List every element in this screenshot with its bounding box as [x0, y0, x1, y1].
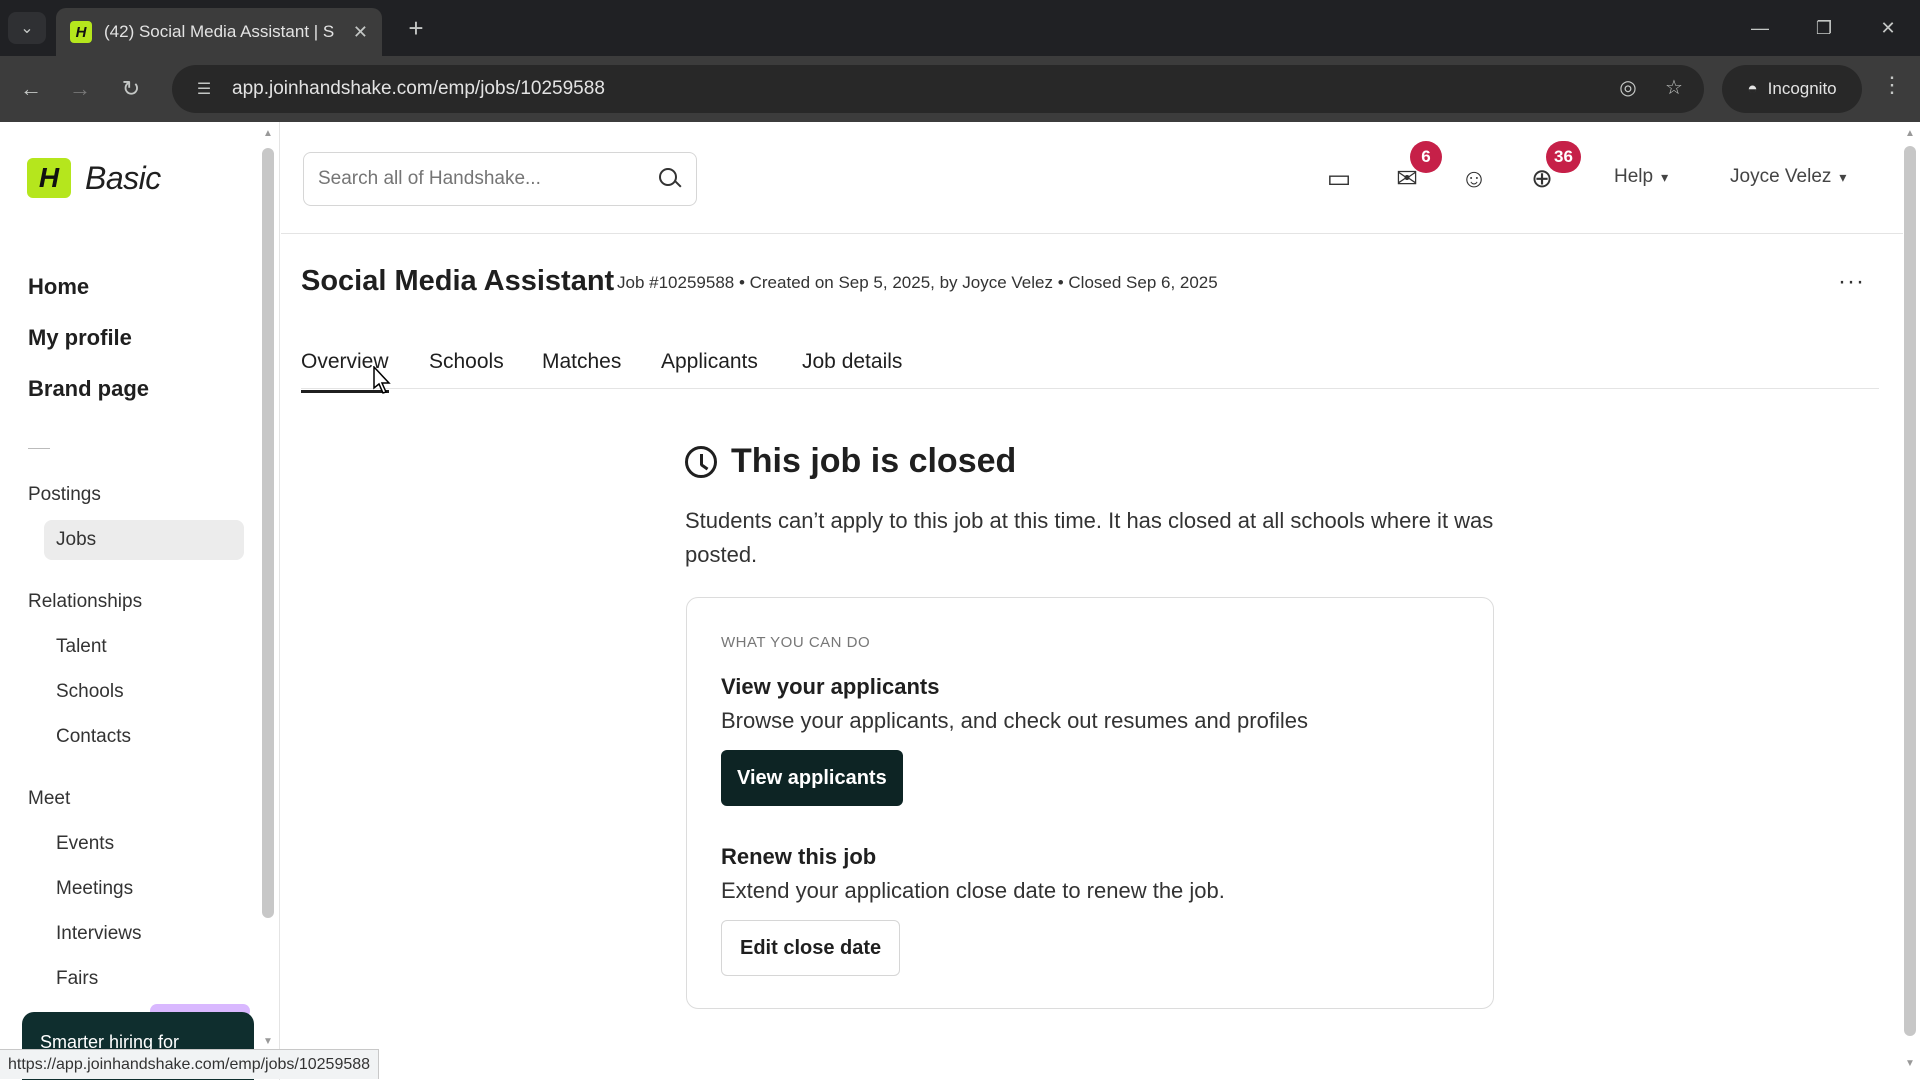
tab-job-details[interactable]: Job details [802, 350, 902, 390]
user-name: Joyce Velez [1730, 166, 1832, 187]
sidebar-divider [28, 448, 50, 449]
more-options-icon[interactable]: ··· [1838, 268, 1865, 296]
sidebar-section-meet: Meet [28, 788, 71, 809]
status-url-tooltip: https://app.joinhandshake.com/emp/jobs/1… [0, 1049, 380, 1079]
sidebar-section-relationships: Relationships [28, 591, 143, 612]
window-close-icon[interactable]: ✕ [1868, 10, 1908, 46]
minimize-icon[interactable]: — [1740, 10, 1780, 46]
handshake-favicon-icon: H [70, 21, 92, 43]
card-label: WHAT YOU CAN DO [721, 634, 871, 651]
sidebar: H Basic Home My profile Brand page Posti… [0, 122, 280, 1080]
main-scrollbar[interactable] [1904, 146, 1916, 1036]
main-scroll-down-icon[interactable]: ▼ [1904, 1058, 1916, 1069]
sidebar-item-fairs[interactable]: Fairs [56, 968, 98, 990]
notifications-badge: 36 [1546, 141, 1581, 173]
back-arrow-icon[interactable]: ← [14, 72, 48, 106]
new-tab-icon[interactable]: + [400, 12, 432, 44]
tab-schools[interactable]: Schools [429, 350, 504, 390]
browser-tab-active[interactable]: H (42) Social Media Assistant | Sm ✕ [56, 8, 382, 56]
calendar-icon[interactable]: ▭ [1323, 162, 1355, 194]
tab-matches[interactable]: Matches [542, 350, 621, 390]
closed-notice-heading: This job is closed [685, 442, 1016, 481]
view-applicants-button[interactable]: View applicants [721, 750, 903, 806]
browser-tab-bar: ⌄ H (42) Social Media Assistant | Sm ✕ +… [0, 0, 1920, 56]
help-menu[interactable]: Help ▾ [1614, 166, 1668, 188]
renew-job-heading: Renew this job [721, 844, 877, 869]
closed-description: Students can’t apply to this job at this… [685, 508, 1494, 567]
eye-slash-icon[interactable]: ◎ [1614, 75, 1642, 100]
browser-menu-icon[interactable]: ⋮ [1876, 72, 1908, 98]
browser-toolbar: ← → ↻ ☰ app.joinhandshake.com/emp/jobs/1… [0, 56, 1920, 122]
sidebar-item-talent[interactable]: Talent [56, 636, 107, 658]
handshake-logo[interactable]: H Basic [27, 158, 161, 198]
main-scroll-up-icon[interactable]: ▲ [1904, 128, 1916, 139]
incognito-indicator[interactable]: ◓ Incognito [1722, 65, 1862, 113]
forward-arrow-icon[interactable]: → [63, 72, 97, 106]
tab-applicants[interactable]: Applicants [661, 350, 758, 390]
search-input[interactable] [318, 168, 638, 190]
incognito-icon: ◓ [1747, 79, 1758, 98]
address-url[interactable]: app.joinhandshake.com/emp/jobs/10259588 [232, 78, 605, 100]
tab-close-icon[interactable]: ✕ [353, 22, 368, 43]
sidebar-item-my-profile[interactable]: My profile [28, 325, 132, 351]
plan-label: Basic [85, 159, 161, 196]
page-header: ▭ ✉ 6 ☺ ⊕ 36 Help ▾ Joyce Velez ▾ [281, 122, 1903, 234]
sidebar-item-brand-page[interactable]: Brand page [28, 376, 149, 402]
tab-title: (42) Social Media Assistant | Sm [104, 22, 334, 41]
reload-icon[interactable]: ↻ [114, 72, 148, 106]
search-icon[interactable] [658, 167, 682, 191]
bookmark-star-icon[interactable]: ☆ [1660, 75, 1688, 100]
tab-search-dropdown-icon[interactable]: ⌄ [8, 12, 46, 44]
user-icon[interactable]: ☺ [1458, 162, 1490, 194]
edit-close-date-button[interactable]: Edit close date [721, 920, 901, 976]
sidebar-item-home[interactable]: Home [28, 274, 89, 300]
sidebar-scroll-up-icon[interactable]: ▲ [262, 128, 274, 139]
address-bar[interactable]: ☰ app.joinhandshake.com/emp/jobs/1025958… [172, 65, 1704, 113]
sidebar-item-contacts[interactable]: Contacts [56, 726, 131, 748]
site-info-icon[interactable]: ☰ [184, 79, 224, 99]
clock-icon [685, 445, 717, 478]
sidebar-item-jobs[interactable]: Jobs [56, 529, 96, 551]
mouse-cursor-icon [373, 366, 391, 394]
sidebar-item-interviews[interactable]: Interviews [56, 923, 142, 945]
sidebar-section-postings: Postings [28, 484, 101, 505]
page-title: Social Media Assistant [301, 265, 615, 297]
handshake-logo-icon: H [27, 158, 71, 198]
incognito-label: Incognito [1767, 79, 1837, 98]
chevron-down-icon: ▾ [1661, 168, 1669, 185]
renew-job-text: Extend your application close date to re… [721, 878, 1225, 903]
view-applicants-heading: View your applicants [721, 674, 940, 699]
user-menu[interactable]: Joyce Velez ▾ [1730, 166, 1846, 188]
job-meta: Job #10259588 • Created on Sep 5, 2025, … [617, 273, 1218, 292]
sidebar-item-events[interactable]: Events [56, 833, 114, 855]
job-tabs: Overview Schools Matches Applicants Job … [301, 340, 1879, 393]
actions-card: WHAT YOU CAN DO View your applicants Bro… [686, 597, 1494, 1009]
sidebar-scrollbar[interactable] [262, 148, 274, 918]
chevron-down-icon: ▾ [1839, 168, 1847, 185]
closed-title: This job is closed [731, 442, 1017, 480]
restore-icon[interactable]: ❐ [1804, 10, 1844, 46]
search-box[interactable] [303, 152, 697, 206]
messages-badge: 6 [1410, 141, 1442, 173]
sidebar-scroll-down-icon[interactable]: ▼ [262, 1036, 274, 1047]
view-applicants-text: Browse your applicants, and check out re… [721, 708, 1308, 733]
sidebar-item-schools[interactable]: Schools [56, 681, 124, 703]
help-label: Help [1614, 166, 1654, 187]
sidebar-item-meetings[interactable]: Meetings [56, 878, 133, 900]
